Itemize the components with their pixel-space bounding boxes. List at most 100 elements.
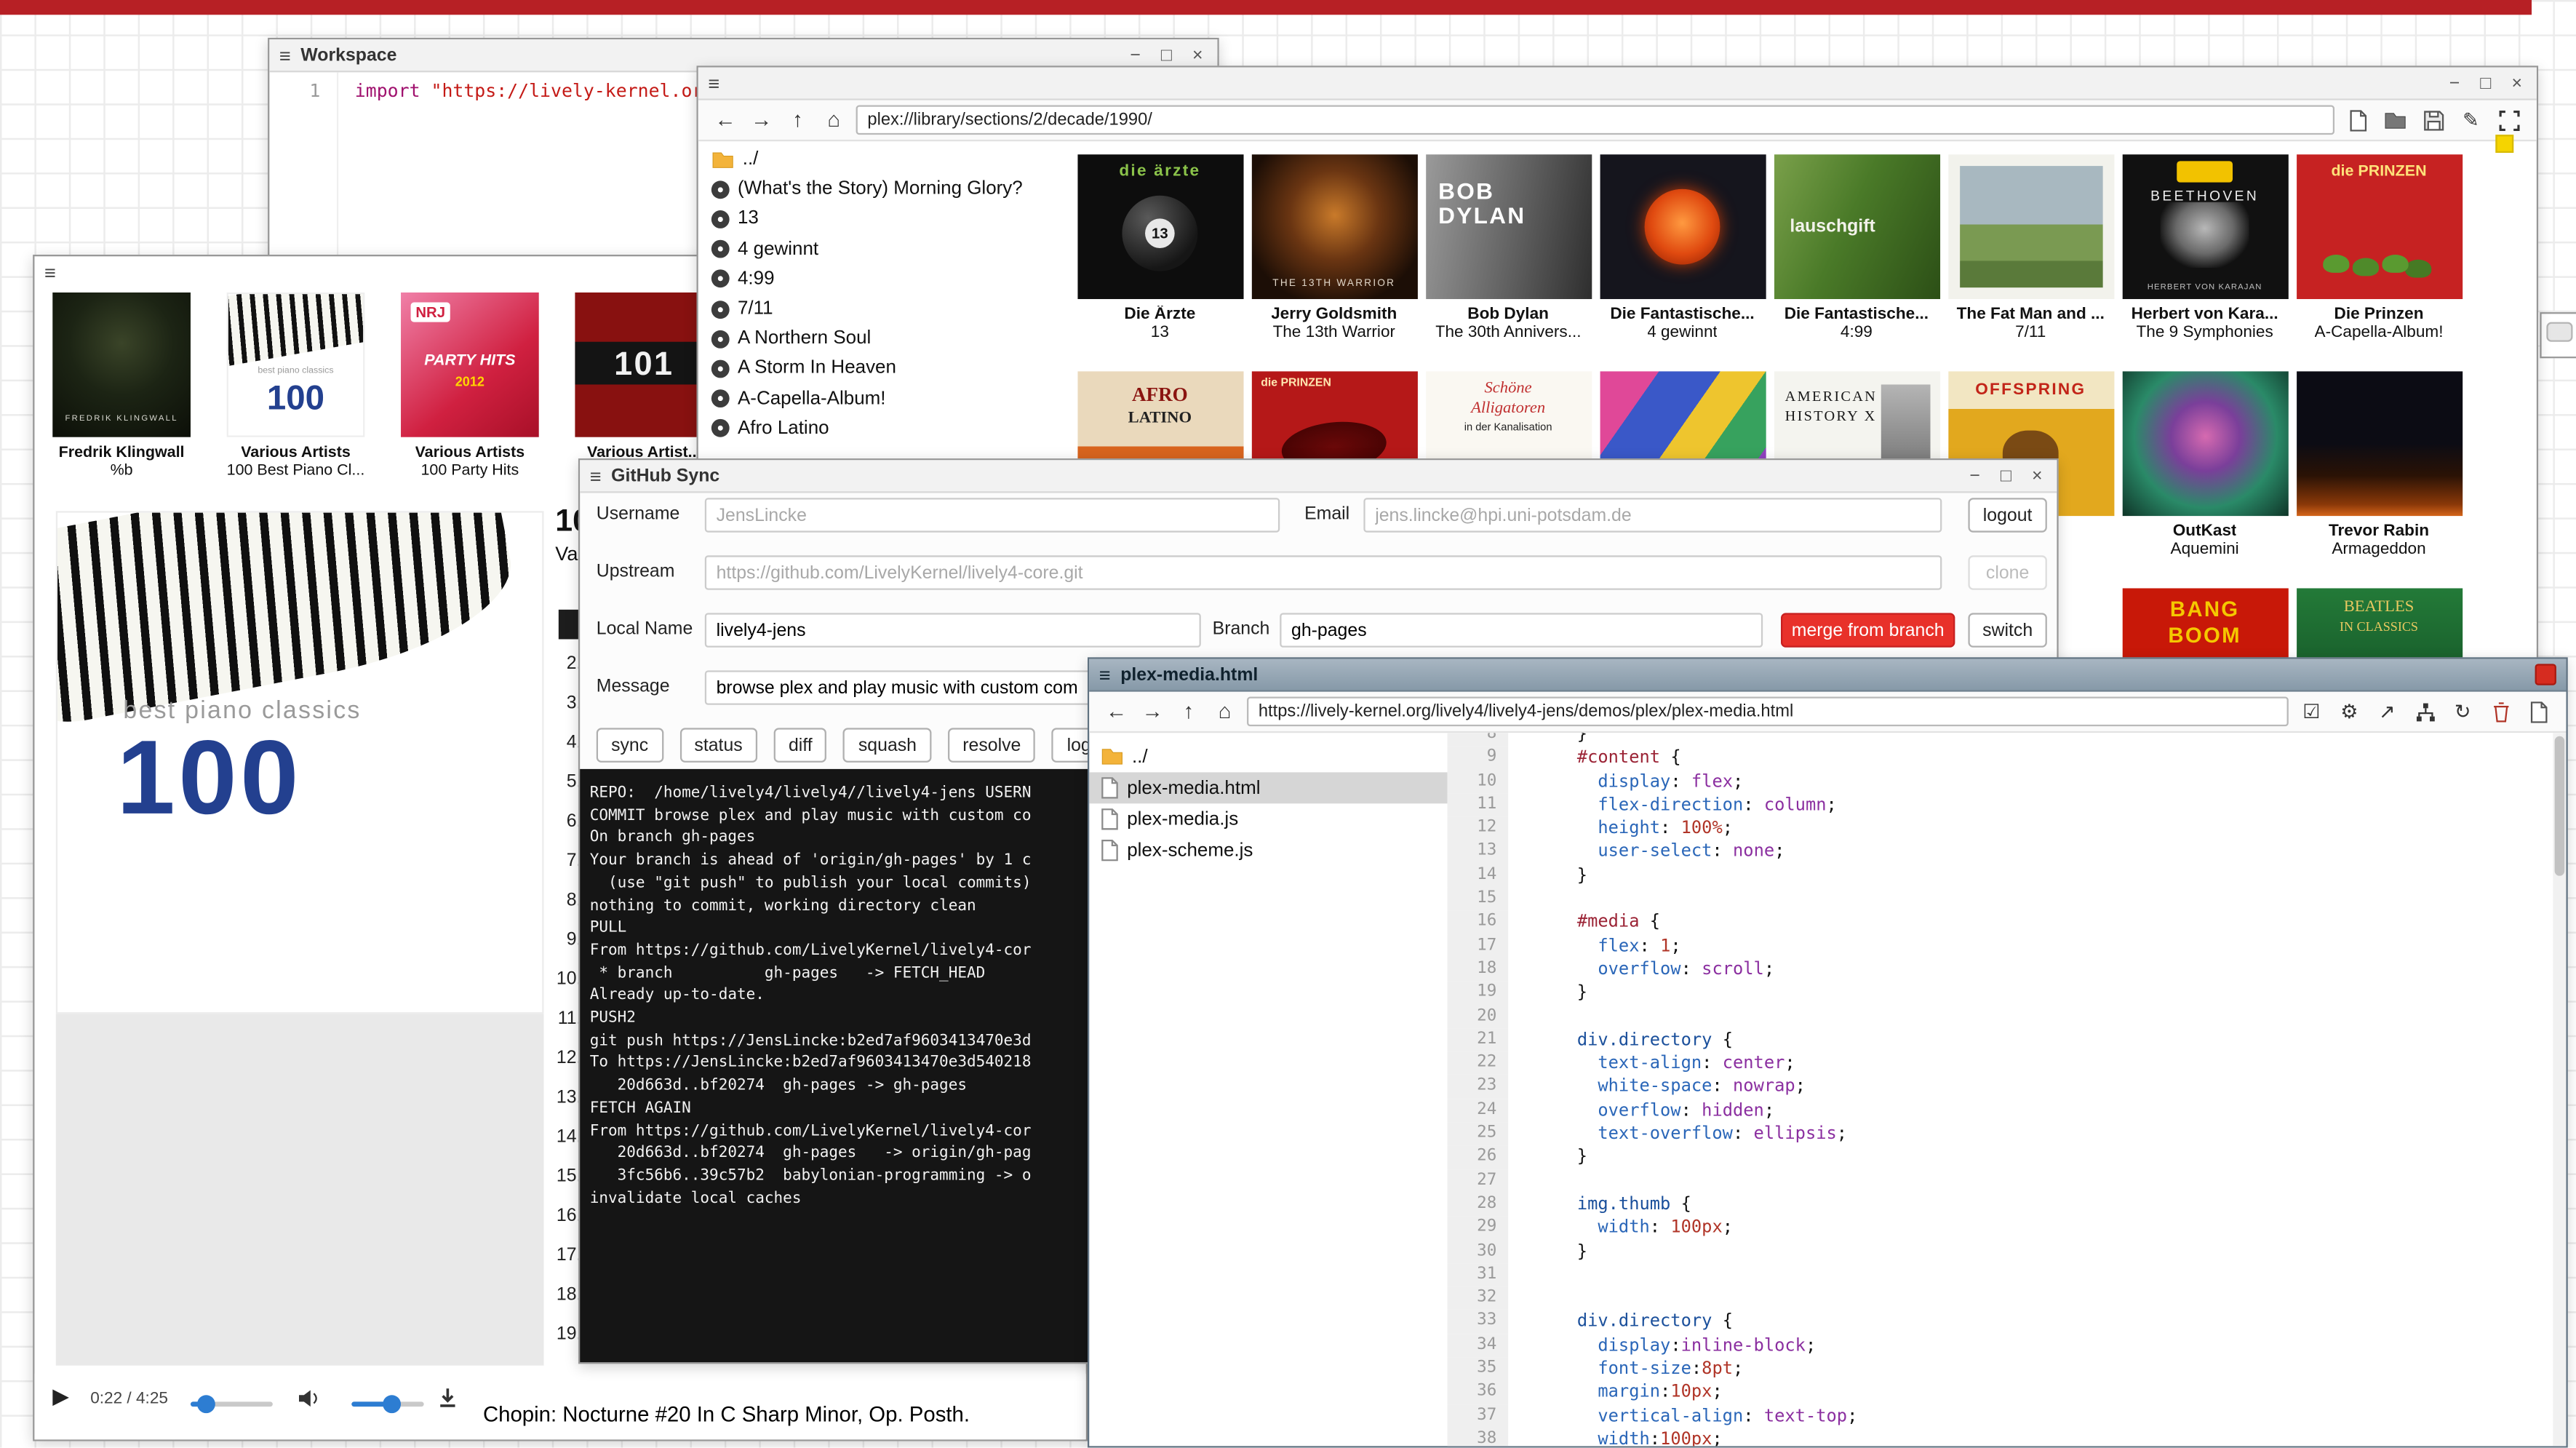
menu-icon[interactable]: ≡ bbox=[44, 261, 56, 285]
file-item-parent[interactable]: ../ bbox=[1089, 741, 1447, 772]
album-cover[interactable] bbox=[1599, 154, 1765, 299]
close-button[interactable]: × bbox=[2027, 466, 2047, 485]
album-cover[interactable]: THE 13TH WARRIOR bbox=[1251, 154, 1417, 299]
menu-icon[interactable]: ≡ bbox=[708, 71, 719, 95]
album-cell[interactable]: die ärzte13 Die Ärzte 13 bbox=[1073, 154, 1247, 341]
halo-handle[interactable] bbox=[2495, 135, 2513, 153]
switch-button[interactable]: switch bbox=[1968, 613, 2046, 647]
sidebar-item-parent[interactable]: ../ bbox=[698, 145, 1073, 175]
seek-handle[interactable] bbox=[197, 1395, 215, 1413]
close-button[interactable]: × bbox=[1188, 45, 1208, 65]
email-input[interactable] bbox=[1363, 498, 1942, 532]
address-input[interactable] bbox=[856, 106, 2334, 135]
album-cell[interactable]: BEETHOVENHERBERT VON KARAJAN Herbert von… bbox=[2118, 154, 2292, 341]
home-button[interactable]: ⌂ bbox=[820, 106, 848, 135]
expand-icon[interactable] bbox=[2494, 106, 2524, 135]
file-item[interactable]: plex-scheme.js bbox=[1089, 835, 1447, 866]
album-cell[interactable]: OutKast Aquemini bbox=[2118, 371, 2292, 558]
forward-button[interactable]: → bbox=[748, 106, 775, 135]
minimize-button[interactable]: − bbox=[2444, 73, 2464, 92]
new-file-icon[interactable] bbox=[2524, 697, 2553, 727]
auto-update-checkbox-icon[interactable]: ☑ bbox=[2297, 697, 2326, 727]
back-button[interactable]: ← bbox=[711, 106, 739, 135]
album-cover[interactable]: BOBDYLAN bbox=[1425, 154, 1591, 299]
album-thumb[interactable]: NRJ PARTY HITS 2012 Various Artists 100 … bbox=[383, 293, 557, 480]
squash-button[interactable]: squash bbox=[844, 728, 932, 762]
address-input[interactable] bbox=[1247, 697, 2289, 727]
volume-icon[interactable] bbox=[298, 1388, 322, 1409]
album-cell[interactable]: die PRINZEN Die Prinzen A-Capella-Album! bbox=[2292, 154, 2465, 341]
code-editor[interactable]: 8 }9 #content {10 display: flex;11 flex-… bbox=[1448, 733, 2567, 1446]
minimize-button[interactable]: − bbox=[1965, 466, 1985, 485]
file-item-selected[interactable]: plex-media.html bbox=[1089, 772, 1447, 803]
maximize-button[interactable]: □ bbox=[2476, 73, 2495, 92]
username-input[interactable] bbox=[705, 498, 1280, 532]
dependencies-graph-icon[interactable] bbox=[2410, 697, 2440, 727]
menu-icon[interactable]: ≡ bbox=[590, 464, 602, 488]
volume-handle[interactable] bbox=[383, 1395, 401, 1413]
clone-button[interactable]: clone bbox=[1968, 555, 2046, 589]
album-cover[interactable] bbox=[1947, 154, 2113, 299]
scrollbar-thumb[interactable] bbox=[2555, 736, 2565, 876]
album-cover[interactable]: best piano classics 100 bbox=[227, 293, 365, 437]
sidebar-item-album[interactable]: A-Capella-Album! bbox=[698, 383, 1073, 413]
up-button[interactable]: ↑ bbox=[1175, 697, 1203, 727]
upstream-input[interactable] bbox=[705, 555, 1942, 589]
album-cell[interactable]: THE 13TH WARRIOR Jerry Goldsmith The 13t… bbox=[1247, 154, 1421, 341]
album-cover[interactable] bbox=[2296, 371, 2462, 516]
album-cell[interactable]: lauschgift Die Fantastische... 4:99 bbox=[1769, 154, 1943, 341]
sidebar-item-album[interactable]: Afro Latino bbox=[698, 413, 1073, 443]
delete-icon[interactable] bbox=[2486, 697, 2516, 727]
sidebar-item-album[interactable]: 13 bbox=[698, 204, 1073, 234]
sidebar-item-album[interactable]: 4:99 bbox=[698, 264, 1073, 294]
album-cell[interactable]: The Fat Man and ... 7/11 bbox=[1944, 154, 2118, 341]
minimize-button[interactable]: − bbox=[1125, 45, 1145, 65]
logout-button[interactable]: logout bbox=[1968, 498, 2046, 532]
new-file-icon[interactable] bbox=[2342, 106, 2372, 135]
maximize-button[interactable]: □ bbox=[1157, 45, 1176, 65]
partial-window-button[interactable] bbox=[2546, 322, 2572, 342]
diff-button[interactable]: diff bbox=[774, 728, 827, 762]
status-button[interactable]: status bbox=[679, 728, 757, 762]
sidebar-item-album[interactable]: A Northern Soul bbox=[698, 324, 1073, 354]
album-cover[interactable]: BEETHOVENHERBERT VON KARAJAN bbox=[2122, 154, 2288, 299]
resolve-button[interactable]: resolve bbox=[948, 728, 1036, 762]
album-cover[interactable]: NRJ PARTY HITS 2012 bbox=[401, 293, 539, 437]
album-cover[interactable] bbox=[2122, 371, 2288, 516]
editor-titlebar[interactable]: ≡ plex-media.html bbox=[1089, 659, 2566, 692]
github-sync-titlebar[interactable]: ≡ GitHub Sync − □ × bbox=[580, 460, 2057, 493]
sidebar-item-album[interactable]: (What's the Story) Morning Glory? bbox=[698, 175, 1073, 204]
album-cover[interactable]: FREDRIK KLINGWALL bbox=[52, 293, 191, 437]
file-item[interactable]: plex-media.js bbox=[1089, 803, 1447, 835]
album-thumb[interactable]: best piano classics 100 Various Artists … bbox=[209, 293, 383, 480]
sidebar-item-album[interactable]: 7/11 bbox=[698, 294, 1073, 324]
menu-icon[interactable]: ≡ bbox=[279, 44, 291, 67]
album-thumb[interactable]: FREDRIK KLINGWALL Fredrik Klingwall %b bbox=[34, 293, 208, 480]
album-cell[interactable]: Die Fantastische... 4 gewinnt bbox=[1595, 154, 1769, 341]
download-icon[interactable] bbox=[437, 1387, 458, 1408]
save-icon[interactable] bbox=[2418, 106, 2448, 135]
sidebar-item-album[interactable]: 4 gewinnt bbox=[698, 234, 1073, 264]
album-cell[interactable]: Trevor Rabin Armageddon bbox=[2292, 371, 2465, 558]
sidebar-item-album[interactable]: A Storm In Heaven bbox=[698, 354, 1073, 383]
scrollbar[interactable] bbox=[2553, 733, 2566, 1446]
close-button[interactable] bbox=[2535, 664, 2556, 685]
album-cover[interactable]: lauschgift bbox=[1774, 154, 1939, 299]
home-button[interactable]: ⌂ bbox=[1211, 697, 1238, 727]
album-cell[interactable]: BOBDYLAN Bob Dylan The 30th Annivers... bbox=[1421, 154, 1595, 341]
play-button[interactable]: ▶ bbox=[52, 1383, 69, 1409]
open-external-icon[interactable]: ↗ bbox=[2372, 697, 2402, 727]
folder-icon[interactable] bbox=[2380, 106, 2410, 135]
up-button[interactable]: ↑ bbox=[783, 106, 811, 135]
album-cover[interactable]: 101 bbox=[575, 293, 713, 437]
close-button[interactable]: × bbox=[2507, 73, 2527, 92]
album-cover[interactable]: die ärzte13 bbox=[1077, 154, 1243, 299]
edit-icon[interactable]: ✎ bbox=[2456, 106, 2486, 135]
plex-titlebar[interactable]: ≡ − □ × bbox=[698, 68, 2537, 100]
album-cover[interactable]: die PRINZEN bbox=[2296, 154, 2462, 299]
settings-gear-icon[interactable]: ⚙ bbox=[2334, 697, 2364, 727]
merge-from-branch-button[interactable]: merge from branch bbox=[1781, 613, 1955, 647]
maximize-button[interactable]: □ bbox=[1996, 466, 2016, 485]
sync-button[interactable]: sync bbox=[597, 728, 663, 762]
back-button[interactable]: ← bbox=[1102, 697, 1130, 727]
